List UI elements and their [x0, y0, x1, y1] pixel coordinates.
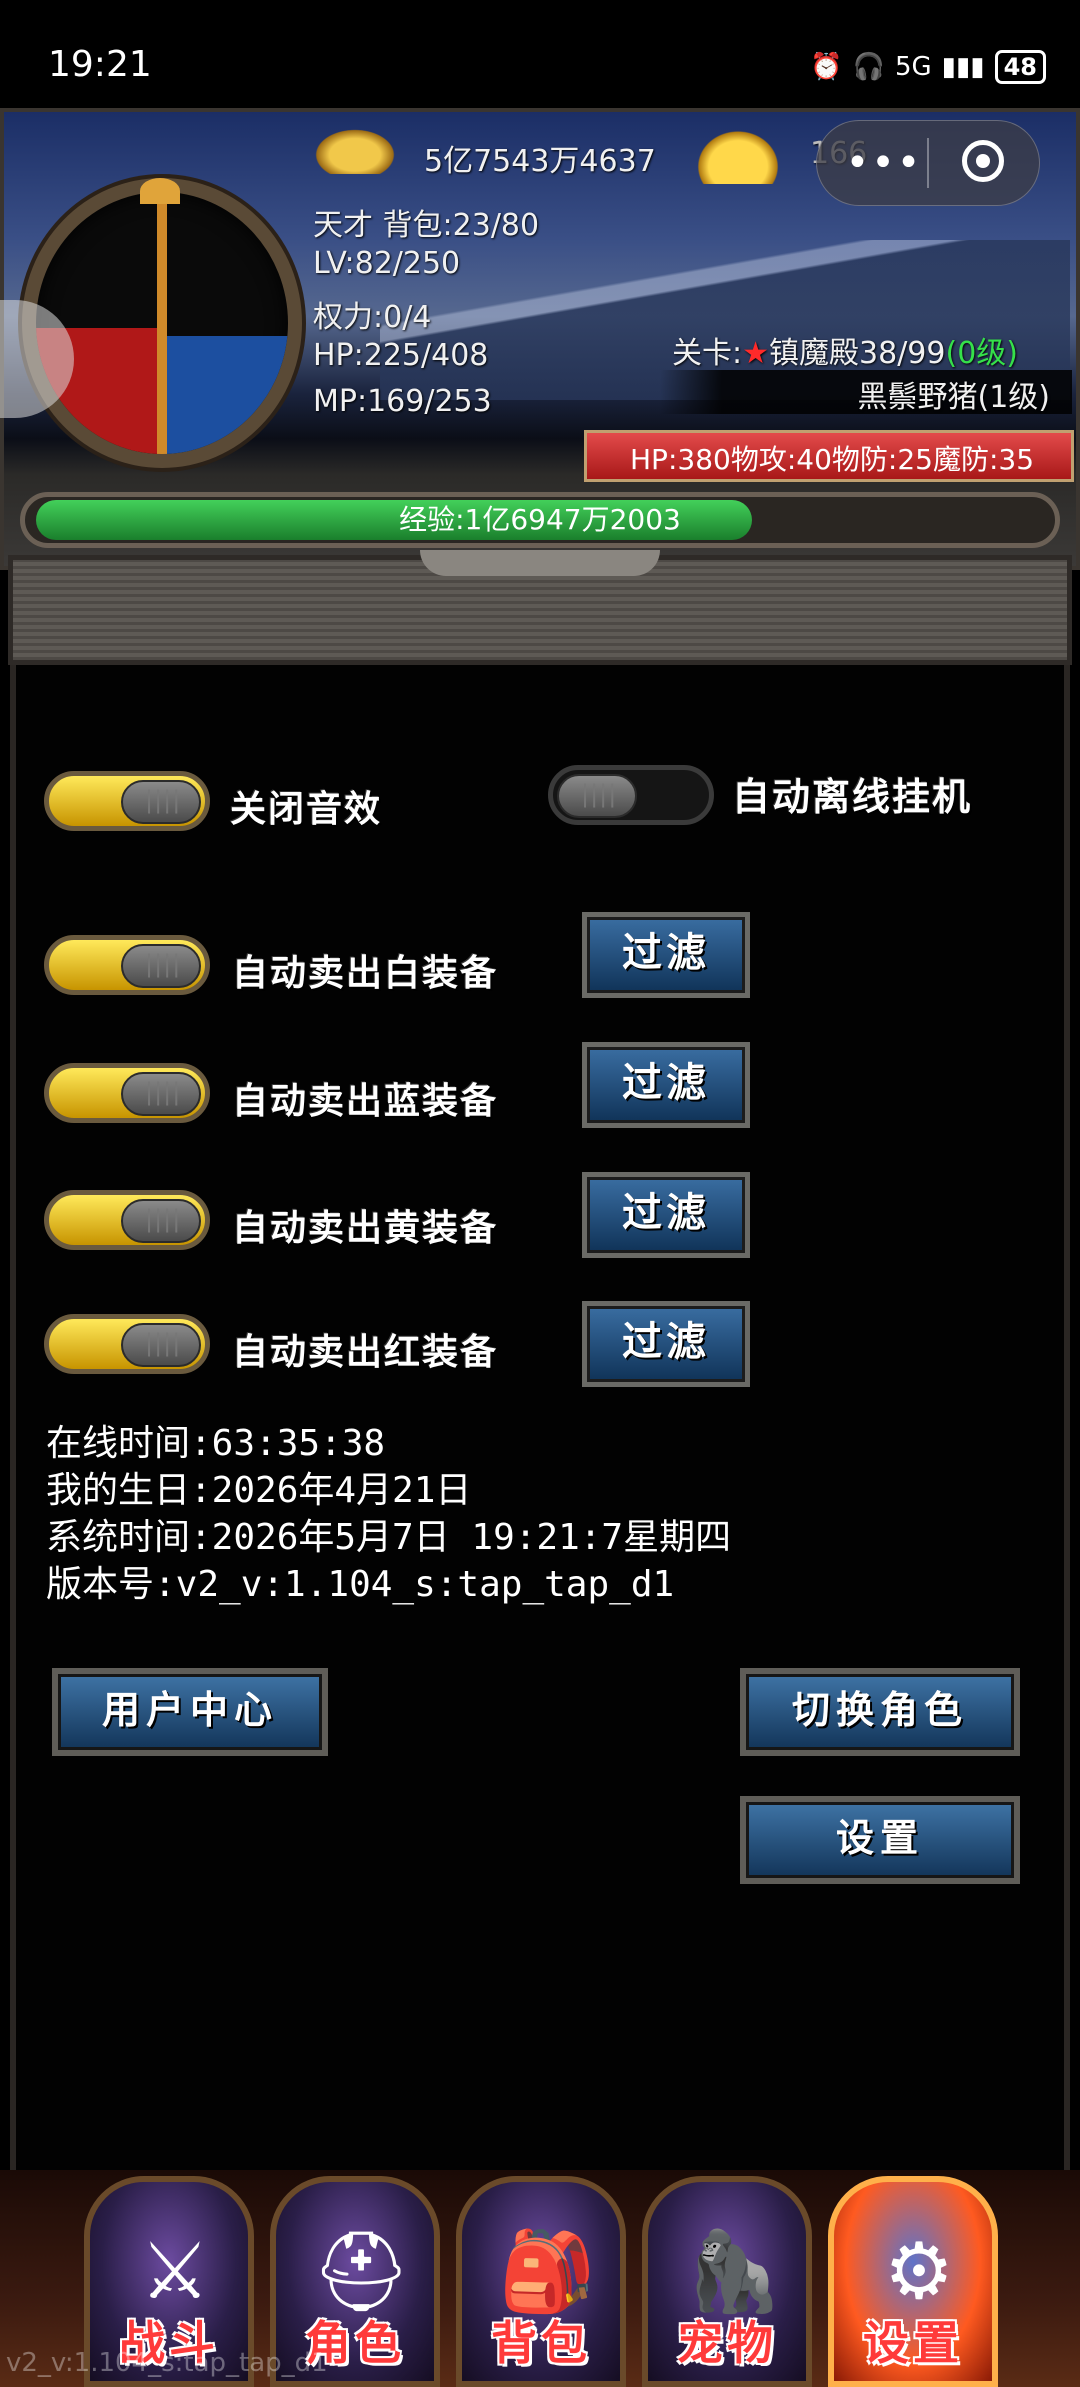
exp-text: 经验:1亿6947万2003: [399, 503, 681, 536]
orb-mp-fill: [162, 336, 288, 454]
filter-blue-button[interactable]: 过滤: [582, 1042, 750, 1128]
nav-tab-pet[interactable]: 🦍 宠物: [642, 2176, 812, 2387]
version-number: 版本号:v2_v:1.104_s:tap_tap_d1: [46, 1564, 675, 1605]
stage-grade: (0级): [945, 336, 1018, 371]
toggle-knob: [121, 780, 201, 824]
version-watermark: v2_v:1.104_s:tap_tap_d1: [6, 2348, 328, 2378]
stone-ornament: [420, 550, 660, 576]
nav-tab-settings[interactable]: ⚙ 设置: [828, 2176, 998, 2387]
toggle-knob: [121, 944, 201, 988]
mp-text: MP:169/253: [313, 384, 492, 419]
stage-label: 关卡:: [672, 336, 743, 371]
settings-button[interactable]: 设置: [740, 1796, 1020, 1884]
sell-blue-toggle[interactable]: [44, 1063, 210, 1123]
status-icons: ⏰ 🎧 5G ▮▮▮ 48: [810, 50, 1046, 84]
sell-white-toggle[interactable]: [44, 935, 210, 995]
sound-label: 关闭音效: [230, 789, 383, 830]
stage-name: 镇魔殿38/99: [769, 336, 946, 371]
title-bag: 天才 背包:23/80: [313, 208, 540, 243]
birthday: 我的生日:2026年4月21日: [46, 1470, 472, 1511]
toggle-knob: [557, 774, 637, 818]
stage-info: 关卡:★镇魔殿38/99(0级): [672, 328, 1018, 372]
hp-mp-orb: [22, 178, 302, 468]
capsule-divider: [927, 138, 929, 188]
sell-red-label: 自动卖出红装备: [232, 1332, 499, 1373]
battery-icon: 48: [994, 50, 1046, 84]
filter-white-button[interactable]: 过滤: [582, 912, 750, 998]
headphones-icon: 🎧: [852, 52, 885, 82]
sell-yellow-label: 自动卖出黄装备: [232, 1208, 499, 1249]
sound-toggle[interactable]: [44, 771, 210, 831]
monster-name: 黑鬃野猪(1级): [857, 380, 1051, 415]
toggle-knob: [121, 1323, 201, 1367]
sell-red-toggle[interactable]: [44, 1314, 210, 1374]
gold-coins-icon: [310, 126, 400, 174]
auto-offline-toggle[interactable]: [548, 765, 714, 825]
sell-blue-label: 自动卖出蓝装备: [232, 1081, 499, 1122]
filter-red-button[interactable]: 过滤: [582, 1301, 750, 1387]
toggle-knob: [121, 1199, 201, 1243]
user-center-button[interactable]: 用户中心: [52, 1668, 328, 1756]
online-time: 在线时间:63:35:38: [46, 1423, 386, 1464]
status-time: 19:21: [48, 44, 152, 85]
close-target-icon[interactable]: [962, 140, 1004, 182]
network-label: 5G: [894, 52, 932, 82]
nav-label-backpack: 背包: [491, 2316, 591, 2370]
sell-white-label: 自动卖出白装备: [232, 953, 499, 994]
filter-yellow-button[interactable]: 过滤: [582, 1172, 750, 1258]
switch-role-button[interactable]: 切换角色: [740, 1668, 1020, 1756]
system-time: 系统时间:2026年5月7日 19:21:7星期四: [46, 1517, 732, 1558]
nav-label-settings: 设置: [863, 2316, 963, 2370]
sell-yellow-toggle[interactable]: [44, 1190, 210, 1250]
level-text: LV:82/250: [313, 246, 461, 281]
hp-text: HP:225/408: [313, 338, 489, 373]
nav-label-pet: 宠物: [677, 2316, 777, 2370]
nav-tab-backpack[interactable]: 🎒 背包: [456, 2176, 626, 2387]
gold-value: 5亿7543万4637: [424, 144, 656, 179]
orb-cap: [140, 178, 180, 204]
toggle-knob: [121, 1072, 201, 1116]
gold-ingot-icon: [692, 126, 784, 184]
signal-icon: ▮▮▮: [941, 52, 985, 82]
enemy-stats: HP:380物攻:40物防:25魔防:35: [630, 443, 1035, 476]
orb-divider: [157, 192, 167, 454]
auto-offline-label: 自动离线挂机: [732, 775, 973, 819]
alarm-icon: ⏰: [810, 52, 843, 82]
more-icon[interactable]: •••: [842, 138, 926, 188]
stage-star-icon: ★: [742, 336, 770, 371]
power-text: 权力:0/4: [313, 300, 432, 335]
